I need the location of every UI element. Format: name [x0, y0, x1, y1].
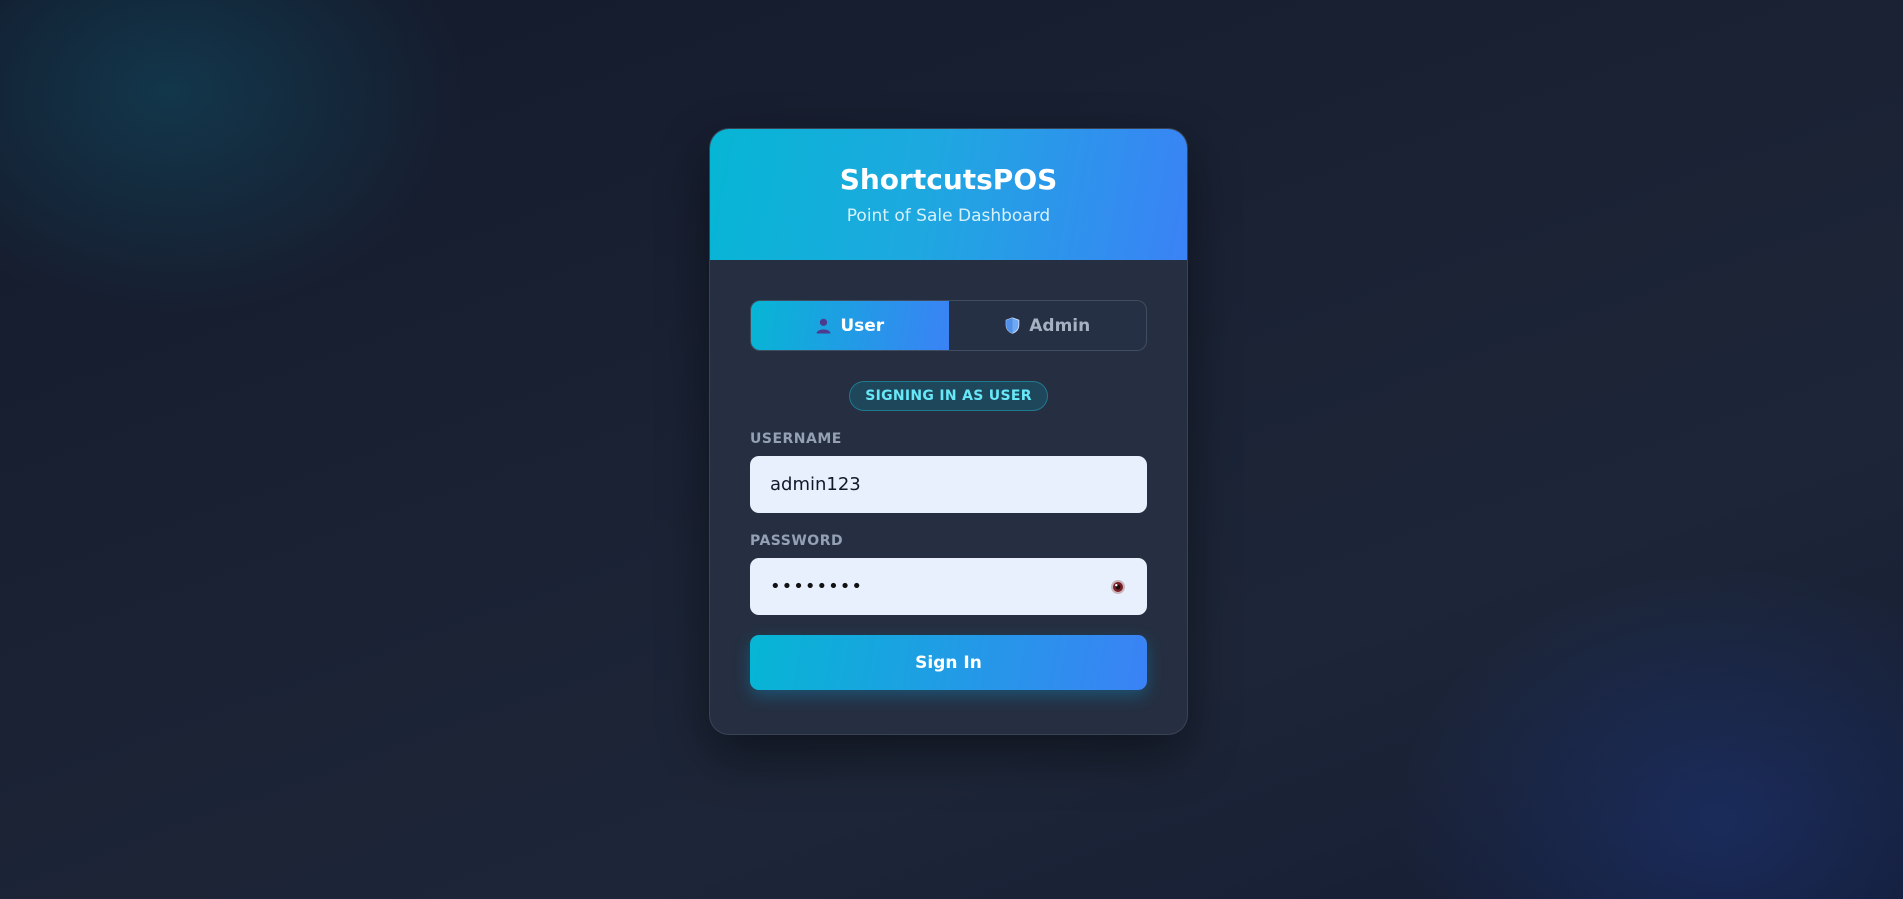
username-label: USERNAME: [750, 431, 842, 447]
tab-admin-label: Admin: [1029, 315, 1091, 336]
password-value: ••••••••: [770, 576, 863, 597]
sign-in-button[interactable]: Sign In: [750, 635, 1147, 690]
tab-admin[interactable]: Admin: [949, 301, 1147, 350]
role-toggle: User Admin: [750, 300, 1147, 351]
tab-user[interactable]: User: [751, 301, 949, 350]
password-label: PASSWORD: [750, 533, 844, 549]
badge-row: SIGNING IN AS USER: [750, 381, 1147, 411]
app-title: ShortcutsPOS: [839, 163, 1058, 196]
card-body: User Admin SIGNING IN AS USER USERNAME a…: [710, 260, 1187, 690]
card-header: ShortcutsPOS Point of Sale Dashboard: [710, 129, 1187, 260]
username-value: admin123: [770, 474, 861, 495]
status-badge: SIGNING IN AS USER: [849, 381, 1048, 411]
user-icon: [816, 318, 831, 334]
eye-icon[interactable]: [1109, 578, 1127, 596]
shield-icon: [1005, 317, 1020, 334]
username-field[interactable]: admin123: [750, 456, 1147, 513]
password-field[interactable]: ••••••••: [750, 558, 1147, 615]
login-card: ShortcutsPOS Point of Sale Dashboard Use…: [709, 128, 1188, 735]
app-subtitle: Point of Sale Dashboard: [846, 206, 1051, 226]
tab-user-label: User: [840, 315, 885, 336]
